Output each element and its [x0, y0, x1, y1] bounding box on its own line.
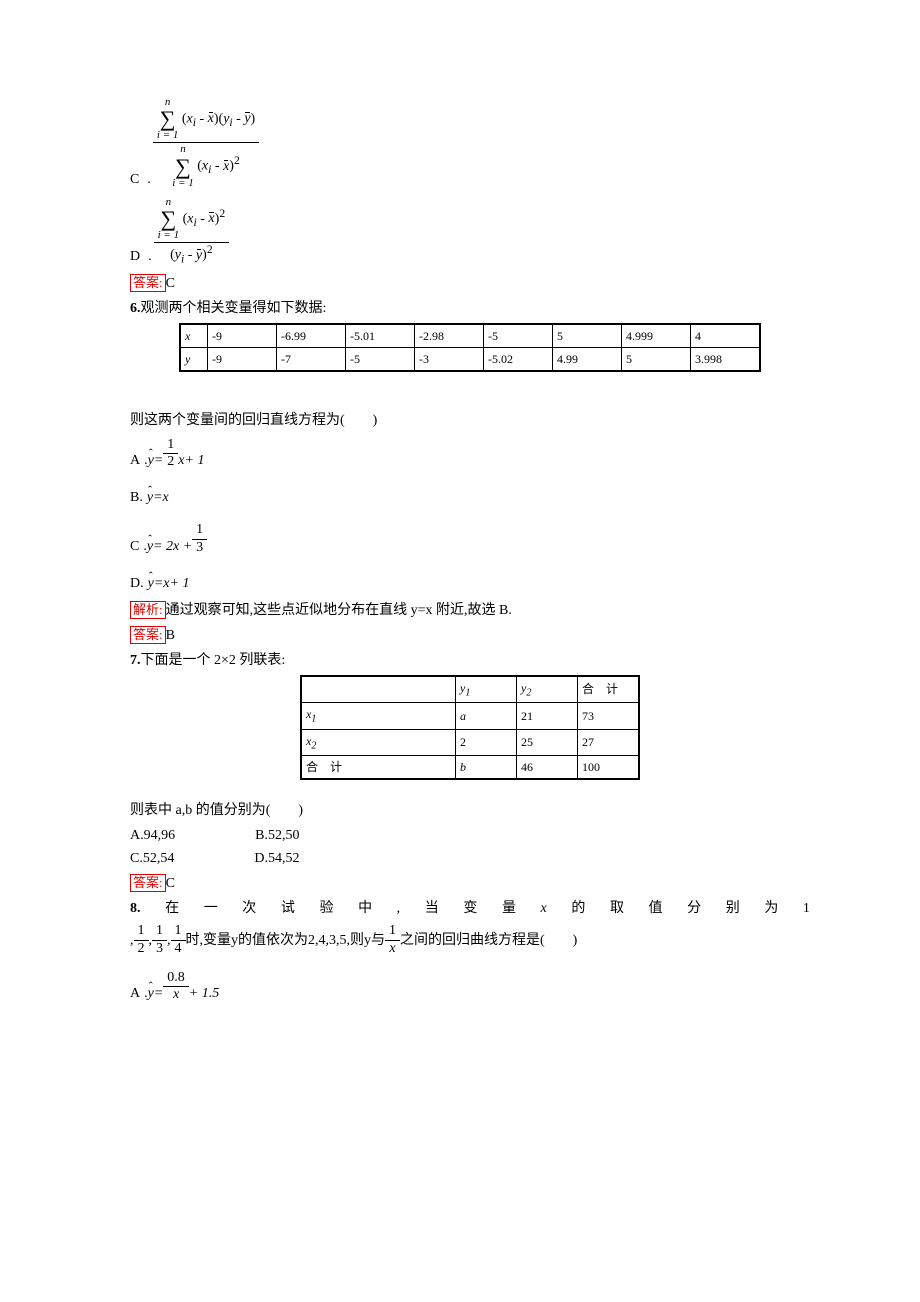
- q7-table: y1 y2 合 计 x1 a 21 73 x2 2 25 27 合 计 b 46…: [300, 675, 640, 780]
- option-letter: D: [130, 246, 140, 267]
- q6-answer: 答案:B: [130, 625, 810, 646]
- answer-label: 答案:: [130, 874, 166, 892]
- table-row: 合 计 b 46 100: [301, 755, 639, 779]
- q7-option-A: A.94,96: [130, 825, 175, 846]
- q6-option-D: D. y = x + 1: [130, 571, 810, 594]
- table-row: x2 2 25 27: [301, 729, 639, 755]
- q7-option-B: B.52,50: [255, 825, 299, 846]
- option-letter: C: [130, 169, 139, 190]
- q7-answer: 答案:C: [130, 873, 810, 894]
- table-row: x1 a 21 73: [301, 703, 639, 729]
- analysis-label: 解析:: [130, 601, 166, 619]
- q7-option-D: D.54,52: [254, 848, 299, 869]
- q8-stem-line2: , 12 , 13 , 14 时,变量y的值依次为2,4,3,5,则y与 1x …: [130, 923, 810, 958]
- table-row: x -9 -6.99 -5.01 -2.98 -5 5 4.999 4: [180, 324, 760, 348]
- table-row: y1 y2 合 计: [301, 676, 639, 703]
- q6-option-C: C. y = 2x + 13: [130, 522, 810, 557]
- q6-option-A: A. y = 12 x + 1: [130, 437, 810, 472]
- q7-options-row2: C.52,54 D.54,52: [130, 848, 810, 869]
- numerator: n∑i = 1 (xi - x)2: [154, 196, 230, 243]
- denominator: n∑i = 1 (xi - x)2: [153, 143, 259, 189]
- table-row: y -9 -7 -5 -3 -5.02 4.99 5 3.998: [180, 347, 760, 371]
- q8-option-A: A. y = 0.8x + 1.5: [130, 970, 810, 1005]
- denominator: (yi - y)2: [154, 243, 230, 266]
- q5-option-C: C . n∑i = 1 (xi - x)(yi - y) n∑i = 1 (xi…: [130, 96, 810, 190]
- answer-value: C: [166, 276, 175, 291]
- q7-stem: 7.下面是一个 2×2 列联表:: [130, 650, 810, 671]
- q7-options-row1: A.94,96 B.52,50: [130, 825, 810, 846]
- q6-stem2: 则这两个变量间的回归直线方程为( ): [130, 410, 810, 431]
- answer-label: 答案:: [130, 274, 166, 292]
- q6-table: x -9 -6.99 -5.01 -2.98 -5 5 4.999 4 y -9…: [179, 323, 761, 372]
- q7-stem2: 则表中 a,b 的值分别为( ): [130, 800, 810, 821]
- q6-option-B: B. y = x: [130, 485, 810, 508]
- q5-answer: 答案:C: [130, 273, 810, 294]
- q7-option-C: C.52,54: [130, 848, 174, 869]
- answer-label: 答案:: [130, 626, 166, 644]
- q5-option-D: D . n∑i = 1 (xi - x)2 (yi - y)2: [130, 196, 810, 267]
- answer-value: B: [166, 628, 175, 643]
- answer-value: C: [166, 876, 175, 891]
- q6-stem: 6.观测两个相关变量得如下数据:: [130, 298, 810, 319]
- q6-analysis: 解析:通过观察可知,这些点近似地分布在直线 y=x 附近,故选 B.: [130, 600, 810, 621]
- numerator: n∑i = 1 (xi - x)(yi - y): [153, 96, 259, 143]
- q8-stem-line1: 8. 在一次试验中,当变量x的取值分别为1: [130, 898, 810, 919]
